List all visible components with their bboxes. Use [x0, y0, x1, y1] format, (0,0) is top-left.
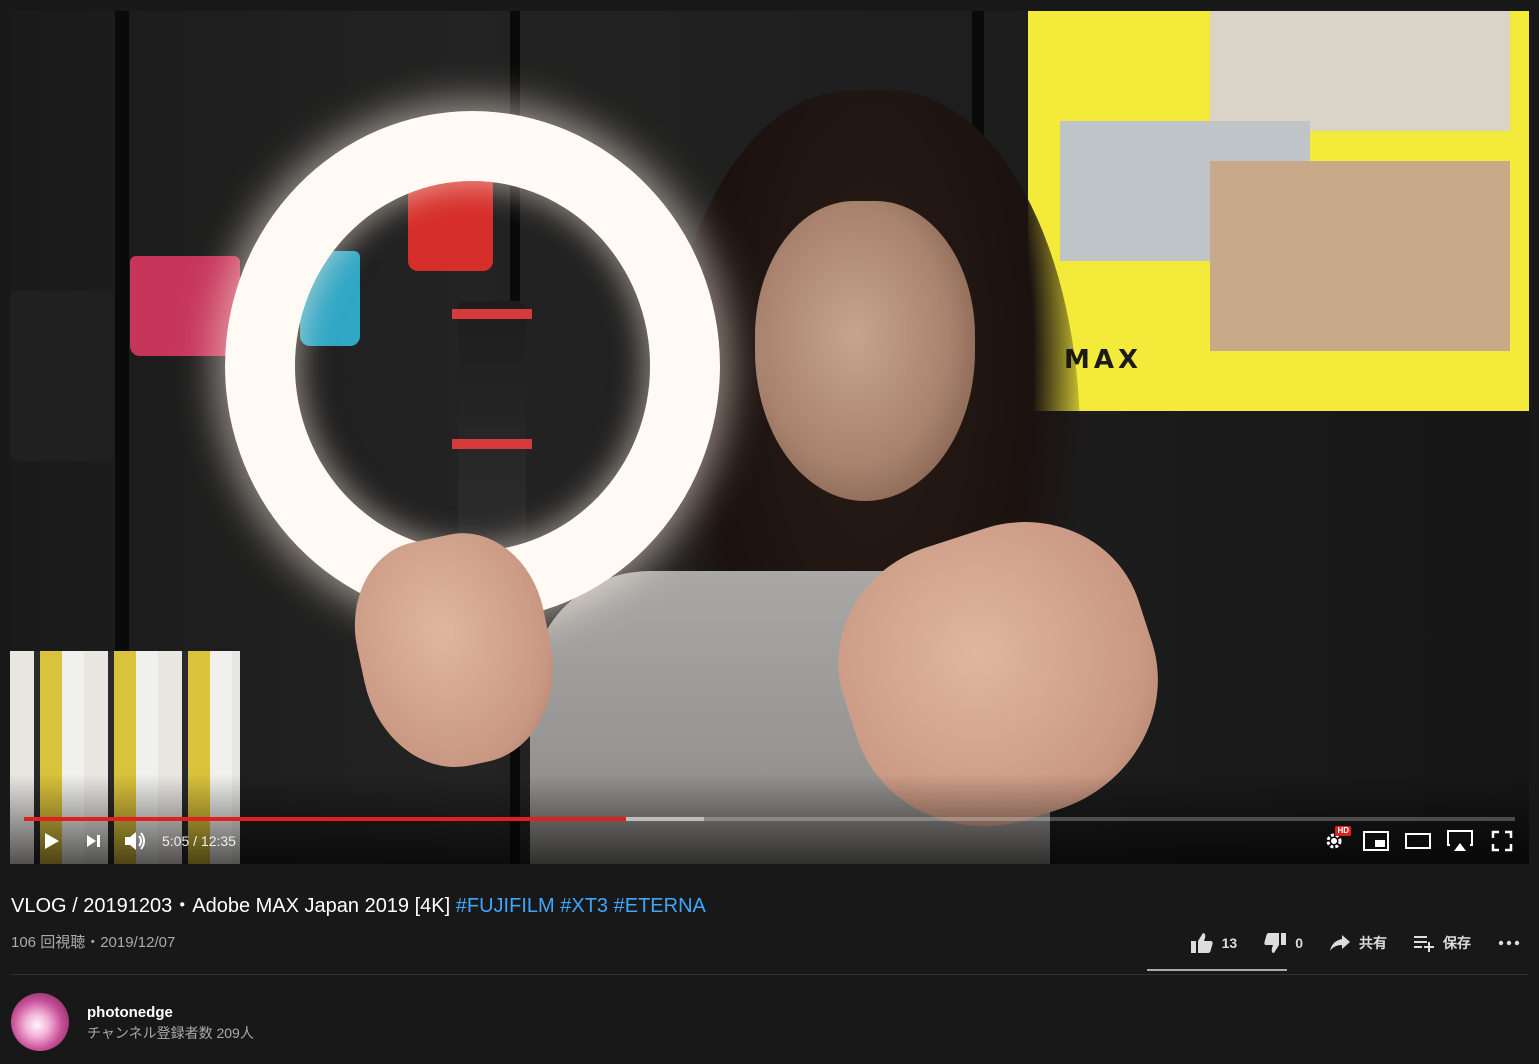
- fullscreen-icon: [1491, 830, 1513, 852]
- video-frame: MAX: [10, 11, 1529, 864]
- like-count: 13: [1221, 935, 1238, 951]
- video-title: VLOG / 20191203・Adobe MAX Japan 2019 [4K…: [11, 895, 706, 917]
- subscriber-count: チャンネル登録者数 209人: [87, 1025, 254, 1041]
- channel-name[interactable]: photonedge: [87, 1004, 173, 1021]
- channel-avatar[interactable]: [11, 993, 69, 1051]
- sentiment-bar: [1147, 969, 1287, 971]
- save-label: 保存: [1443, 935, 1471, 951]
- action-bar: 13 0 共有 保存: [1164, 926, 1521, 960]
- volume-icon: [125, 832, 145, 850]
- dislike-button[interactable]: 0: [1263, 932, 1303, 954]
- play-icon: [45, 833, 59, 849]
- miniplayer-icon: [1363, 831, 1389, 851]
- airplay-button[interactable]: [1439, 824, 1481, 858]
- played-bar: [24, 817, 627, 821]
- progress-bar[interactable]: [24, 817, 1515, 821]
- save-button[interactable]: 保存: [1413, 933, 1471, 953]
- next-button[interactable]: [72, 824, 114, 858]
- next-icon: [87, 835, 100, 847]
- thumbs-down-icon: [1264, 933, 1287, 953]
- video-meta: 106 回視聴・2019/12/07: [11, 934, 176, 951]
- hashtag-link[interactable]: #ETERNA: [614, 895, 706, 917]
- hashtag-link[interactable]: #XT3: [560, 895, 608, 917]
- more-actions-button[interactable]: [1497, 939, 1521, 947]
- more-horizontal-icon: [1498, 940, 1520, 946]
- thumbs-up-icon: [1190, 933, 1213, 953]
- miniplayer-button[interactable]: [1355, 824, 1397, 858]
- volume-button[interactable]: [114, 824, 156, 858]
- video-player[interactable]: MAX 5:05 / 12:35 HD: [10, 11, 1529, 864]
- divider: [11, 974, 1529, 975]
- like-button[interactable]: 13: [1190, 932, 1238, 954]
- hd-badge: HD: [1335, 826, 1351, 836]
- playlist-add-icon: [1414, 936, 1434, 952]
- player-controls: 5:05 / 12:35 HD: [10, 824, 1529, 858]
- poster: MAX: [1028, 11, 1529, 411]
- share-icon: [1330, 935, 1350, 951]
- theater-mode-button[interactable]: [1397, 824, 1439, 858]
- upload-date: 2019/12/07: [100, 934, 176, 951]
- theater-icon: [1405, 833, 1431, 849]
- hashtag-link[interactable]: #FUJIFILM: [456, 895, 555, 917]
- play-button[interactable]: [30, 824, 72, 858]
- time-display: 5:05 / 12:35: [162, 833, 236, 849]
- fullscreen-button[interactable]: [1481, 824, 1523, 858]
- share-label: 共有: [1359, 935, 1387, 951]
- dislike-count: 0: [1295, 935, 1303, 951]
- duration: 12:35: [200, 833, 236, 849]
- view-count: 106 回視聴: [11, 934, 86, 951]
- airplay-icon: [1447, 830, 1473, 851]
- settings-button[interactable]: HD: [1313, 824, 1355, 858]
- share-button[interactable]: 共有: [1329, 933, 1387, 953]
- current-time: 5:05: [162, 833, 190, 849]
